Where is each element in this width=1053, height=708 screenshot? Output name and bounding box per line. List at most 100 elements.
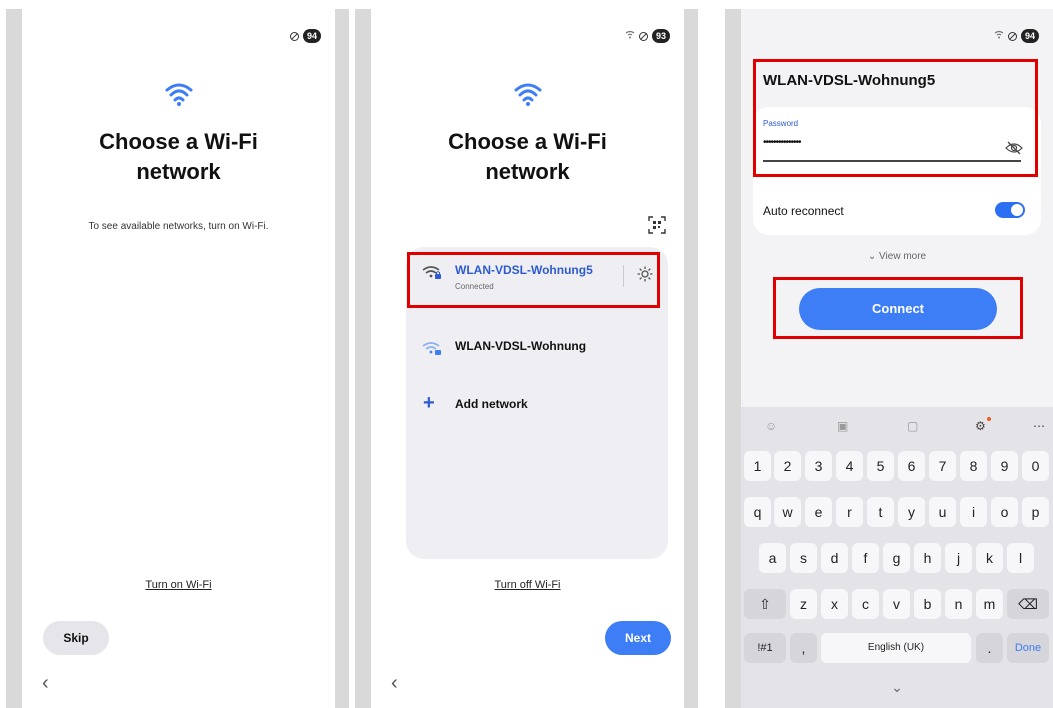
next-button[interactable]: Next [605, 621, 671, 655]
key[interactable]: f [852, 543, 879, 573]
battery-badge: 94 [1020, 29, 1039, 43]
connect-button[interactable]: Connect [799, 288, 997, 330]
key[interactable]: 7 [929, 451, 956, 481]
key[interactable]: 1 [744, 451, 771, 481]
notification-dot [987, 417, 991, 421]
backspace-key[interactable]: ⌫ [1007, 589, 1049, 619]
key[interactable]: l [1007, 543, 1034, 573]
symbols-key[interactable]: !#1 [744, 633, 786, 663]
phone-panel-1: 94 Choose a Wi-Fi network To see availab… [6, 9, 349, 708]
key[interactable]: i [960, 497, 987, 527]
battery-badge: 94 [302, 29, 321, 43]
wifi-icon [165, 81, 193, 112]
clipboard-icon[interactable]: ▢ [907, 419, 918, 433]
highlight-box [407, 252, 660, 308]
wifi-status-icon [994, 30, 1004, 42]
key[interactable]: s [790, 543, 817, 573]
key[interactable]: p [1022, 497, 1049, 527]
phone-panel-2: 93 Choose a Wi-Fi network WLAN-VDSL-Wohn… [355, 9, 698, 708]
phone-panel-3: 94 WLAN-VDSL-Wohnung5 Password •••••••••… [725, 9, 1053, 708]
key[interactable]: d [821, 543, 848, 573]
key[interactable]: g [883, 543, 910, 573]
key[interactable]: j [945, 543, 972, 573]
comma-key[interactable]: , [790, 633, 817, 663]
key[interactable]: 8 [960, 451, 987, 481]
more-icon[interactable]: ⋯ [1033, 419, 1045, 433]
period-key[interactable]: . [976, 633, 1003, 663]
key[interactable]: o [991, 497, 1018, 527]
page-title: Choose a Wi-Fi network [371, 127, 684, 187]
plus-icon: + [423, 392, 435, 414]
auto-reconnect-toggle[interactable] [995, 202, 1025, 218]
network-item[interactable]: WLAN-VDSL-Wohnung [406, 326, 668, 374]
turn-off-wifi-link[interactable]: Turn off Wi-Fi [371, 579, 684, 591]
key[interactable]: x [821, 589, 848, 619]
dnd-icon [1007, 31, 1017, 41]
qr-scan-icon[interactable] [648, 216, 666, 234]
keyboard-toolbar: ☺ ▣ ▢ ⚙ ⋯ [741, 415, 1053, 439]
status-bar: 94 [994, 29, 1039, 43]
skip-button[interactable]: Skip [43, 621, 109, 655]
sticker-icon[interactable]: ▣ [837, 419, 848, 433]
key[interactable]: 6 [898, 451, 925, 481]
key[interactable]: t [867, 497, 894, 527]
letter-row-1: q w e r t y u i o p [741, 497, 1053, 531]
key[interactable]: m [976, 589, 1003, 619]
key[interactable]: z [790, 589, 817, 619]
battery-badge: 93 [651, 29, 670, 43]
title-line-2: network [485, 159, 570, 184]
emoji-icon[interactable]: ☺ [765, 419, 777, 433]
key[interactable]: 3 [805, 451, 832, 481]
wifi-icon [514, 81, 542, 112]
key[interactable]: n [945, 589, 972, 619]
key[interactable]: r [836, 497, 863, 527]
shift-key[interactable]: ⇧ [744, 589, 786, 619]
wifi-status-icon [625, 30, 635, 42]
key[interactable]: h [914, 543, 941, 573]
title-line-2: network [136, 159, 221, 184]
key[interactable]: 9 [991, 451, 1018, 481]
key[interactable]: 0 [1022, 451, 1049, 481]
key[interactable]: 5 [867, 451, 894, 481]
key[interactable]: v [883, 589, 910, 619]
highlight-box [753, 59, 1038, 177]
key[interactable]: u [929, 497, 956, 527]
done-key[interactable]: Done [1007, 633, 1049, 663]
keyboard: ☺ ▣ ▢ ⚙ ⋯ 1 2 3 4 5 6 7 8 9 0 q w e r t … [741, 407, 1053, 708]
key[interactable]: e [805, 497, 832, 527]
title-line-1: Choose a Wi-Fi [99, 129, 258, 154]
key[interactable]: y [898, 497, 925, 527]
key[interactable]: c [852, 589, 879, 619]
add-network-item[interactable]: + Add network [406, 384, 668, 432]
network-list-screen: 93 Choose a Wi-Fi network WLAN-VDSL-Wohn… [371, 9, 684, 708]
status-bar: 94 [289, 29, 321, 43]
password-screen: 94 WLAN-VDSL-Wohnung5 Password •••••••••… [741, 9, 1053, 708]
wifi-off-screen: 94 Choose a Wi-Fi network To see availab… [22, 9, 335, 708]
dnd-icon [289, 31, 299, 41]
key[interactable]: 2 [774, 451, 801, 481]
hide-keyboard-icon[interactable]: ⌄ [741, 679, 1053, 696]
bottom-row: !#1 , English (UK) . Done [741, 633, 1053, 667]
view-more-link[interactable]: ⌄ View more [741, 251, 1053, 262]
number-row: 1 2 3 4 5 6 7 8 9 0 [741, 451, 1053, 485]
key[interactable]: w [774, 497, 801, 527]
auto-reconnect-label: Auto reconnect [763, 204, 844, 218]
key[interactable]: q [744, 497, 771, 527]
page-title: Choose a Wi-Fi network [22, 127, 335, 187]
key[interactable]: k [976, 543, 1003, 573]
title-line-1: Choose a Wi-Fi [448, 129, 607, 154]
space-key[interactable]: English (UK) [821, 633, 971, 663]
key[interactable]: 4 [836, 451, 863, 481]
turn-on-wifi-link[interactable]: Turn on Wi-Fi [22, 579, 335, 591]
network-name: WLAN-VDSL-Wohnung [455, 339, 587, 353]
key[interactable]: b [914, 589, 941, 619]
back-icon[interactable]: ‹ [391, 672, 398, 695]
dnd-icon [638, 31, 648, 41]
wifi-lock-icon [422, 340, 442, 361]
key[interactable]: a [759, 543, 786, 573]
settings-icon[interactable]: ⚙ [975, 419, 986, 433]
add-network-label: Add network [455, 397, 528, 411]
letter-row-2: a s d f g h j k l [741, 543, 1053, 577]
back-icon[interactable]: ‹ [42, 672, 49, 695]
wifi-hint-text: To see available networks, turn on Wi-Fi… [88, 221, 269, 232]
